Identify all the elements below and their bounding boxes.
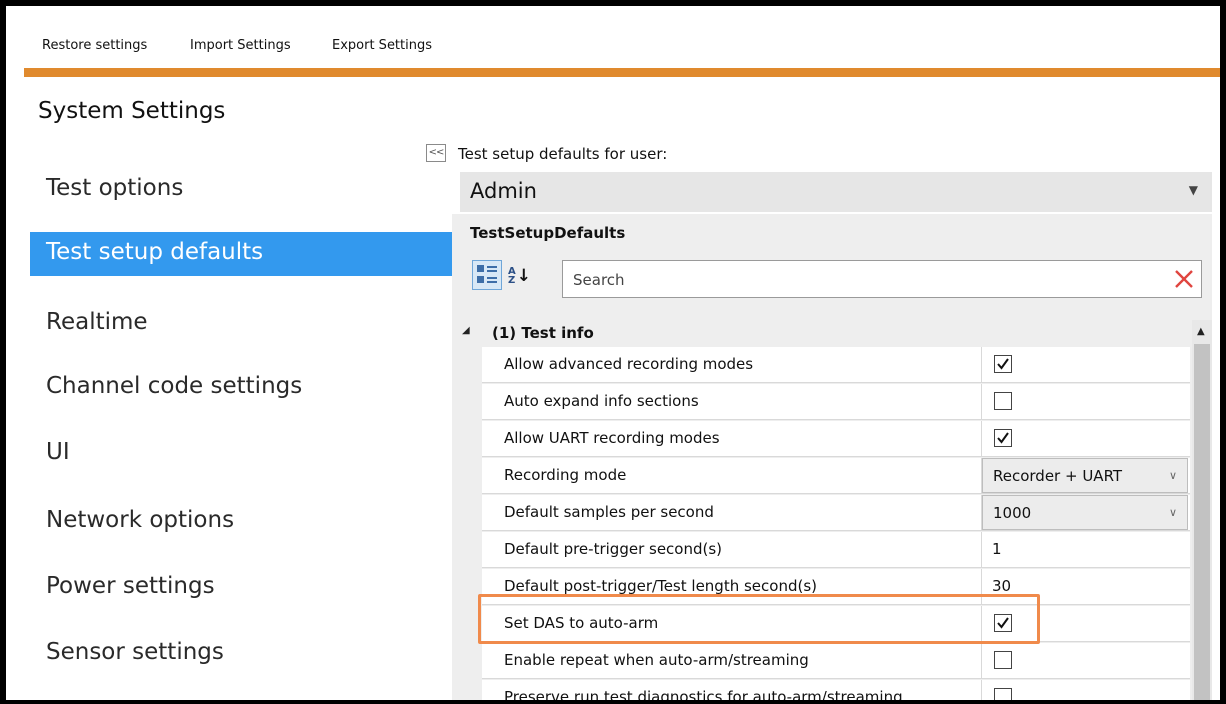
allow-uart-recording-checkbox[interactable]: [994, 429, 1012, 447]
nav-item-label: Network options: [46, 507, 235, 533]
property-name: Enable repeat when auto-arm/streaming: [482, 643, 982, 678]
property-row: Allow UART recording modes: [482, 421, 1190, 457]
accent-divider: [24, 68, 1220, 77]
property-row: Set DAS to auto-arm: [482, 606, 1190, 642]
nav-item-label: Sensor settings: [46, 639, 224, 665]
clear-search-icon[interactable]: [1171, 266, 1197, 292]
search-box: [562, 260, 1202, 299]
nav-item-label: Test options: [46, 175, 184, 201]
property-row: Allow advanced recording modes: [482, 347, 1190, 383]
page-title: System Settings: [38, 98, 226, 124]
recording-mode-select[interactable]: Recorder + UART ∨: [982, 458, 1188, 493]
nav-item-label: Realtime: [46, 309, 148, 335]
nav-item-label: Test setup defaults: [46, 239, 264, 265]
select-value: 1000: [993, 504, 1032, 522]
select-value: Recorder + UART: [993, 467, 1123, 485]
search-input[interactable]: [563, 261, 1165, 299]
collapse-panel-button[interactable]: <<: [426, 144, 446, 162]
property-name: Set DAS to auto-arm: [482, 606, 982, 641]
nav-item-network-options[interactable]: Network options: [30, 500, 452, 544]
property-value: 30: [992, 577, 1012, 595]
enable-repeat-checkbox[interactable]: [994, 651, 1012, 669]
property-name: Default samples per second: [482, 495, 982, 530]
property-row: Default pre-trigger second(s) 1: [482, 532, 1190, 568]
nav-item-realtime[interactable]: Realtime: [30, 302, 452, 346]
property-grid: TestSetupDefaults AZ↓ ◢ (1) Test info: [452, 214, 1212, 700]
nav-item-label: Channel code settings: [46, 373, 303, 399]
set-das-auto-arm-checkbox[interactable]: [994, 614, 1012, 632]
category-label: (1) Test info: [492, 324, 594, 342]
nav-item-ui[interactable]: UI: [30, 432, 452, 476]
property-name: Auto expand info sections: [482, 384, 982, 419]
property-row: Auto expand info sections: [482, 384, 1190, 420]
user-defaults-label: Test setup defaults for user:: [458, 145, 668, 163]
nav-item-sensor-settings[interactable]: Sensor settings: [30, 632, 452, 676]
property-row: Enable repeat when auto-arm/streaming: [482, 643, 1190, 679]
property-row: Preserve run test diagnostics for auto-a…: [482, 680, 1190, 700]
categorized-view-icon[interactable]: [472, 260, 502, 290]
pre-trigger-input[interactable]: 1: [982, 532, 1190, 567]
user-select-value: Admin: [470, 179, 537, 203]
allow-advanced-recording-checkbox[interactable]: [994, 355, 1012, 373]
nav-item-channel-code-settings[interactable]: Channel code settings: [30, 366, 452, 410]
samples-per-second-select[interactable]: 1000 ∨: [982, 495, 1188, 530]
property-row: Default samples per second 1000 ∨: [482, 495, 1190, 531]
export-settings-menu[interactable]: Export Settings: [332, 38, 432, 53]
chevron-down-icon: ∨: [1168, 506, 1177, 519]
nav-item-test-setup-defaults[interactable]: Test setup defaults: [30, 232, 452, 276]
nav-item-label: Power settings: [46, 573, 215, 599]
nav-item-test-options[interactable]: Test options: [30, 168, 452, 212]
settings-window: Restore settings Import Settings Export …: [0, 0, 1226, 704]
sort-alphabetical-icon[interactable]: A Z↓: [508, 266, 531, 286]
chevron-down-icon: ∨: [1168, 469, 1177, 482]
property-name: Preserve run test diagnostics for auto-a…: [482, 680, 982, 700]
nav-item-label: UI: [46, 439, 70, 465]
property-name: Default pre-trigger second(s): [482, 532, 982, 567]
import-settings-menu[interactable]: Import Settings: [190, 38, 291, 53]
user-select-dropdown[interactable]: Admin ▼: [460, 172, 1212, 212]
scrollbar-thumb[interactable]: [1194, 344, 1210, 700]
post-trigger-input[interactable]: 30: [982, 569, 1190, 604]
property-value: 1: [992, 540, 1002, 558]
property-grid-title: TestSetupDefaults: [470, 224, 626, 242]
property-name: Default post-trigger/Test length second(…: [482, 569, 982, 604]
property-row: Default post-trigger/Test length second(…: [482, 569, 1190, 605]
property-name: Allow UART recording modes: [482, 421, 982, 456]
chevron-down-icon: ▼: [1188, 183, 1198, 197]
restore-settings-menu[interactable]: Restore settings: [42, 38, 147, 53]
property-name: Recording mode: [482, 458, 982, 493]
expand-triangle-icon[interactable]: ◢: [462, 325, 470, 336]
nav-item-power-settings[interactable]: Power settings: [30, 566, 452, 610]
property-grid-scrollbar[interactable]: ▲: [1192, 320, 1212, 700]
preserve-diagnostics-checkbox[interactable]: [994, 688, 1012, 700]
property-name: Allow advanced recording modes: [482, 347, 982, 382]
category-test-info[interactable]: ◢ (1) Test info: [452, 320, 1192, 346]
scroll-up-icon[interactable]: ▲: [1197, 326, 1205, 337]
auto-expand-info-checkbox[interactable]: [994, 392, 1012, 410]
property-row: Recording mode Recorder + UART ∨: [482, 458, 1190, 494]
